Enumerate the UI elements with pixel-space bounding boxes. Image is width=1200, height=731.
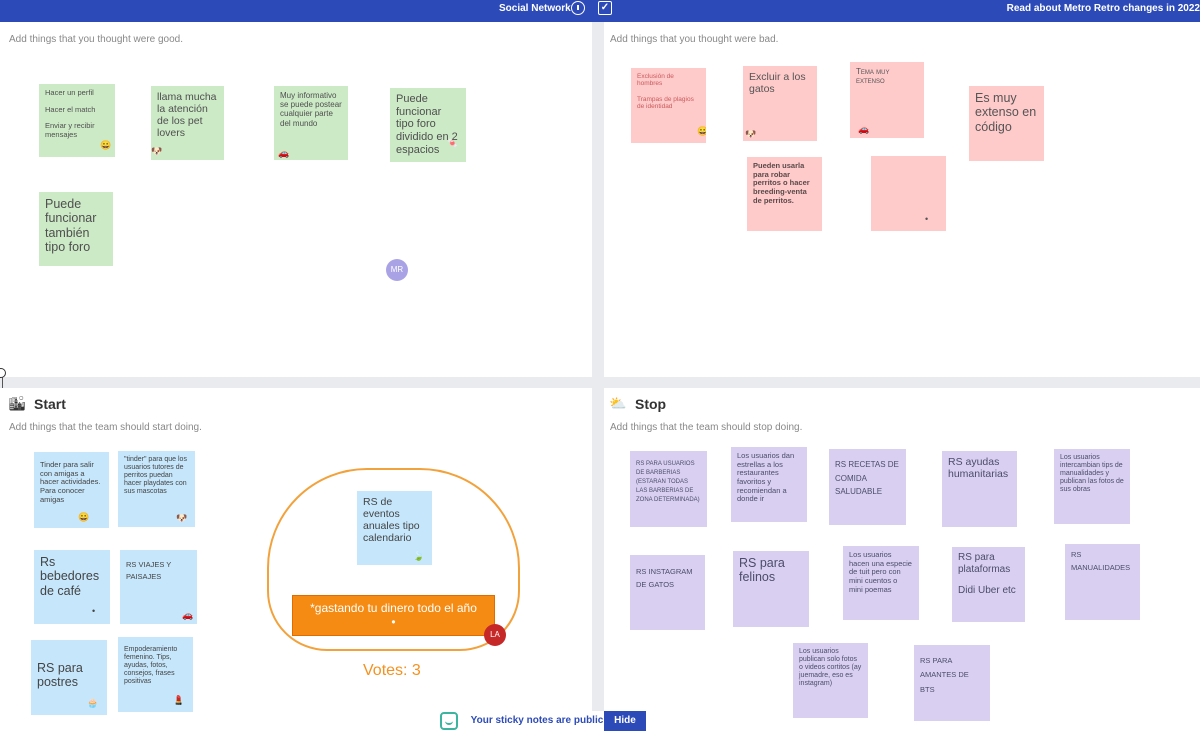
- note-line: Hacer un perfil: [45, 88, 94, 97]
- sticky-note[interactable]: "tinder" para que los usuarios tutores d…: [118, 451, 195, 527]
- sticky-note[interactable]: RS INSTAGRAM DE GATOS: [630, 555, 705, 630]
- note-dot: •: [391, 615, 396, 629]
- note-text: Los usuarios hacen una especie de tuit p…: [849, 550, 912, 594]
- sticky-note[interactable]: RS PARA USUARIOS DE BARBERIAS (ESTARAN T…: [630, 451, 707, 527]
- note-line: Hacer el match: [45, 104, 96, 114]
- note-text: Rs bebedores de café: [40, 555, 100, 598]
- sticky-note[interactable]: Los usuarios intercambian tips de manual…: [1054, 449, 1130, 524]
- note-text: *gastando tu dinero todo el año: [310, 601, 477, 615]
- panel-title: Stop: [635, 396, 667, 412]
- sticky-note[interactable]: RS VIAJES Y PAISAJES 🚗: [120, 550, 197, 624]
- note-text: RS para felinos: [739, 556, 785, 585]
- sticky-note[interactable]: Los usuarios dan estrellas a los restaur…: [731, 447, 807, 522]
- avatar[interactable]: MR: [386, 259, 408, 281]
- note-text: "tinder" para que los usuarios tutores d…: [124, 456, 187, 496]
- top-bar: Social Network ✓ Read about Metro Retro …: [0, 0, 1200, 22]
- sticky-note[interactable]: Pueden usarla para robar perritos o hace…: [747, 157, 822, 231]
- note-text: Didi Uber etc: [958, 585, 1016, 596]
- sticky-note[interactable]: RS MANUALIDADES: [1065, 544, 1140, 620]
- sticky-note-selected[interactable]: *gastando tu dinero todo el año •: [292, 595, 495, 636]
- note-text: RS MANUALIDADES: [1071, 550, 1131, 572]
- note-text: Tinder para salir con amigas a hacer act…: [40, 460, 101, 504]
- sticky-note[interactable]: Muy informativo se puede postear cualqui…: [274, 86, 348, 160]
- avatar[interactable]: LA: [484, 624, 506, 646]
- sticky-note[interactable]: llama mucha la atención de los pet lover…: [151, 86, 224, 160]
- sticky-note[interactable]: RS RECETAS DE COMIDA SALUDABLE: [829, 449, 906, 525]
- note-text: llama mucha la atención de los pet lover…: [157, 91, 217, 140]
- car-icon: 🚗: [182, 610, 194, 620]
- note-line: Exclusión de hombres: [637, 73, 674, 88]
- panel-title: Start: [34, 396, 66, 412]
- note-text: Pueden usarla para robar perritos o hace…: [753, 161, 810, 205]
- sticky-note[interactable]: RS para postres 🧁: [31, 640, 107, 715]
- emoji-icon: 😀: [697, 126, 706, 136]
- note-text: RS para postres: [37, 661, 83, 690]
- dog-icon: 🐶: [151, 146, 163, 156]
- candy-icon: 🍬: [447, 138, 459, 148]
- dog-icon: 🐶: [176, 513, 188, 523]
- sticky-note[interactable]: Puede funcionar tipo foro dividido en 2 …: [390, 88, 466, 162]
- note-text: Los usuarios intercambian tips de manual…: [1060, 454, 1124, 494]
- note-text: Excluir a los gatos: [749, 71, 806, 96]
- mark-icon: •: [92, 606, 96, 616]
- note-text: RS PARA USUARIOS DE BARBERIAS (ESTARAN T…: [636, 461, 700, 503]
- note-text: RS RECETAS DE COMIDA SALUDABLE: [835, 460, 899, 497]
- note-text: RS PARA AMANTES DE BTS: [920, 656, 969, 694]
- news-link[interactable]: Read about Metro Retro changes in 2022: [1007, 3, 1200, 14]
- sticky-note[interactable]: Hacer un perfil Hacer el match Enviar y …: [39, 84, 115, 157]
- weather-icon: ⛅: [609, 395, 627, 411]
- stopwatch-icon[interactable]: [571, 1, 585, 15]
- public-notice-text: Your sticky notes are public: [470, 711, 604, 731]
- note-text: RS para plataformas: [958, 552, 1011, 575]
- note-text: Los usuarios dan estrellas a los restaur…: [737, 451, 795, 504]
- note-text: RS INSTAGRAM DE GATOS: [636, 567, 693, 589]
- sticky-note[interactable]: Exclusión de hombres Trampas de plagios …: [631, 68, 706, 143]
- sticky-note[interactable]: RS PARA AMANTES DE BTS: [914, 645, 990, 721]
- note-text: RS ayudas humanitarias: [948, 456, 1009, 481]
- sticky-note[interactable]: Empoderamiento femenino. Tips, ayudas, f…: [118, 637, 193, 712]
- sticky-note[interactable]: Tinder para salir con amigas a hacer act…: [34, 452, 109, 528]
- dog-icon: 🐶: [745, 129, 757, 139]
- sticky-note[interactable]: RS ayudas humanitarias: [942, 451, 1017, 527]
- votes-count: Votes: 3: [363, 662, 421, 679]
- sticky-note[interactable]: RS para plataformas Didi Uber etc: [952, 547, 1025, 622]
- note-text: RS VIAJES Y PAISAJES: [126, 560, 172, 581]
- car-icon: 🚗: [858, 124, 870, 134]
- hide-button[interactable]: Hide: [604, 711, 646, 731]
- sticky-note[interactable]: Los usuarios hacen una especie de tuit p…: [843, 546, 919, 620]
- sticky-note[interactable]: Puede funcionar también tipo foro: [39, 192, 113, 266]
- sticky-note[interactable]: RS para felinos: [733, 551, 809, 627]
- note-text: Los usuarios publican solo fotos o video…: [799, 648, 862, 688]
- emoji-icon: 😀: [100, 140, 112, 150]
- note-text: Tema muy extenso: [856, 67, 890, 86]
- note-line: Trampas de plagios de identidad: [637, 95, 694, 111]
- mascot-icon: [440, 712, 458, 730]
- sticky-note[interactable]: Rs bebedores de café •: [34, 550, 110, 624]
- sticky-note[interactable]: Excluir a los gatos 🐶: [743, 66, 817, 141]
- emoji-icon: 😀: [78, 512, 90, 522]
- checkbox-icon[interactable]: ✓: [598, 1, 612, 15]
- board-title: Social Network: [499, 3, 571, 14]
- panel-subtitle: Add things that you thought were good.: [9, 34, 184, 45]
- note-text: Muy informativo se puede postear cualqui…: [280, 91, 342, 128]
- sticky-note[interactable]: •: [871, 156, 946, 231]
- note-text: Empoderamiento femenino. Tips, ayudas, f…: [124, 646, 178, 686]
- mark-icon: •: [925, 214, 929, 224]
- note-text: Es muy extenso en código: [975, 91, 1037, 134]
- note-line: Enviar y recibir mensajes: [45, 121, 95, 139]
- car-icon: 🚗: [278, 148, 290, 158]
- sticky-note[interactable]: Tema muy extenso 🚗: [850, 62, 924, 138]
- note-text: Puede funcionar también tipo foro: [45, 197, 97, 255]
- panel-subtitle: Add things that the team should start do…: [9, 422, 202, 433]
- cupcake-icon: 🧁: [87, 698, 99, 708]
- start-icon: 🏙: [8, 395, 26, 411]
- panel-subtitle: Add things that the team should stop doi…: [610, 422, 803, 433]
- lipstick-icon: 💄: [173, 695, 185, 705]
- panel-subtitle: Add things that you thought were bad.: [610, 34, 779, 45]
- sticky-note[interactable]: Es muy extenso en código: [969, 86, 1044, 161]
- sticky-note[interactable]: Los usuarios publican solo fotos o video…: [793, 643, 868, 718]
